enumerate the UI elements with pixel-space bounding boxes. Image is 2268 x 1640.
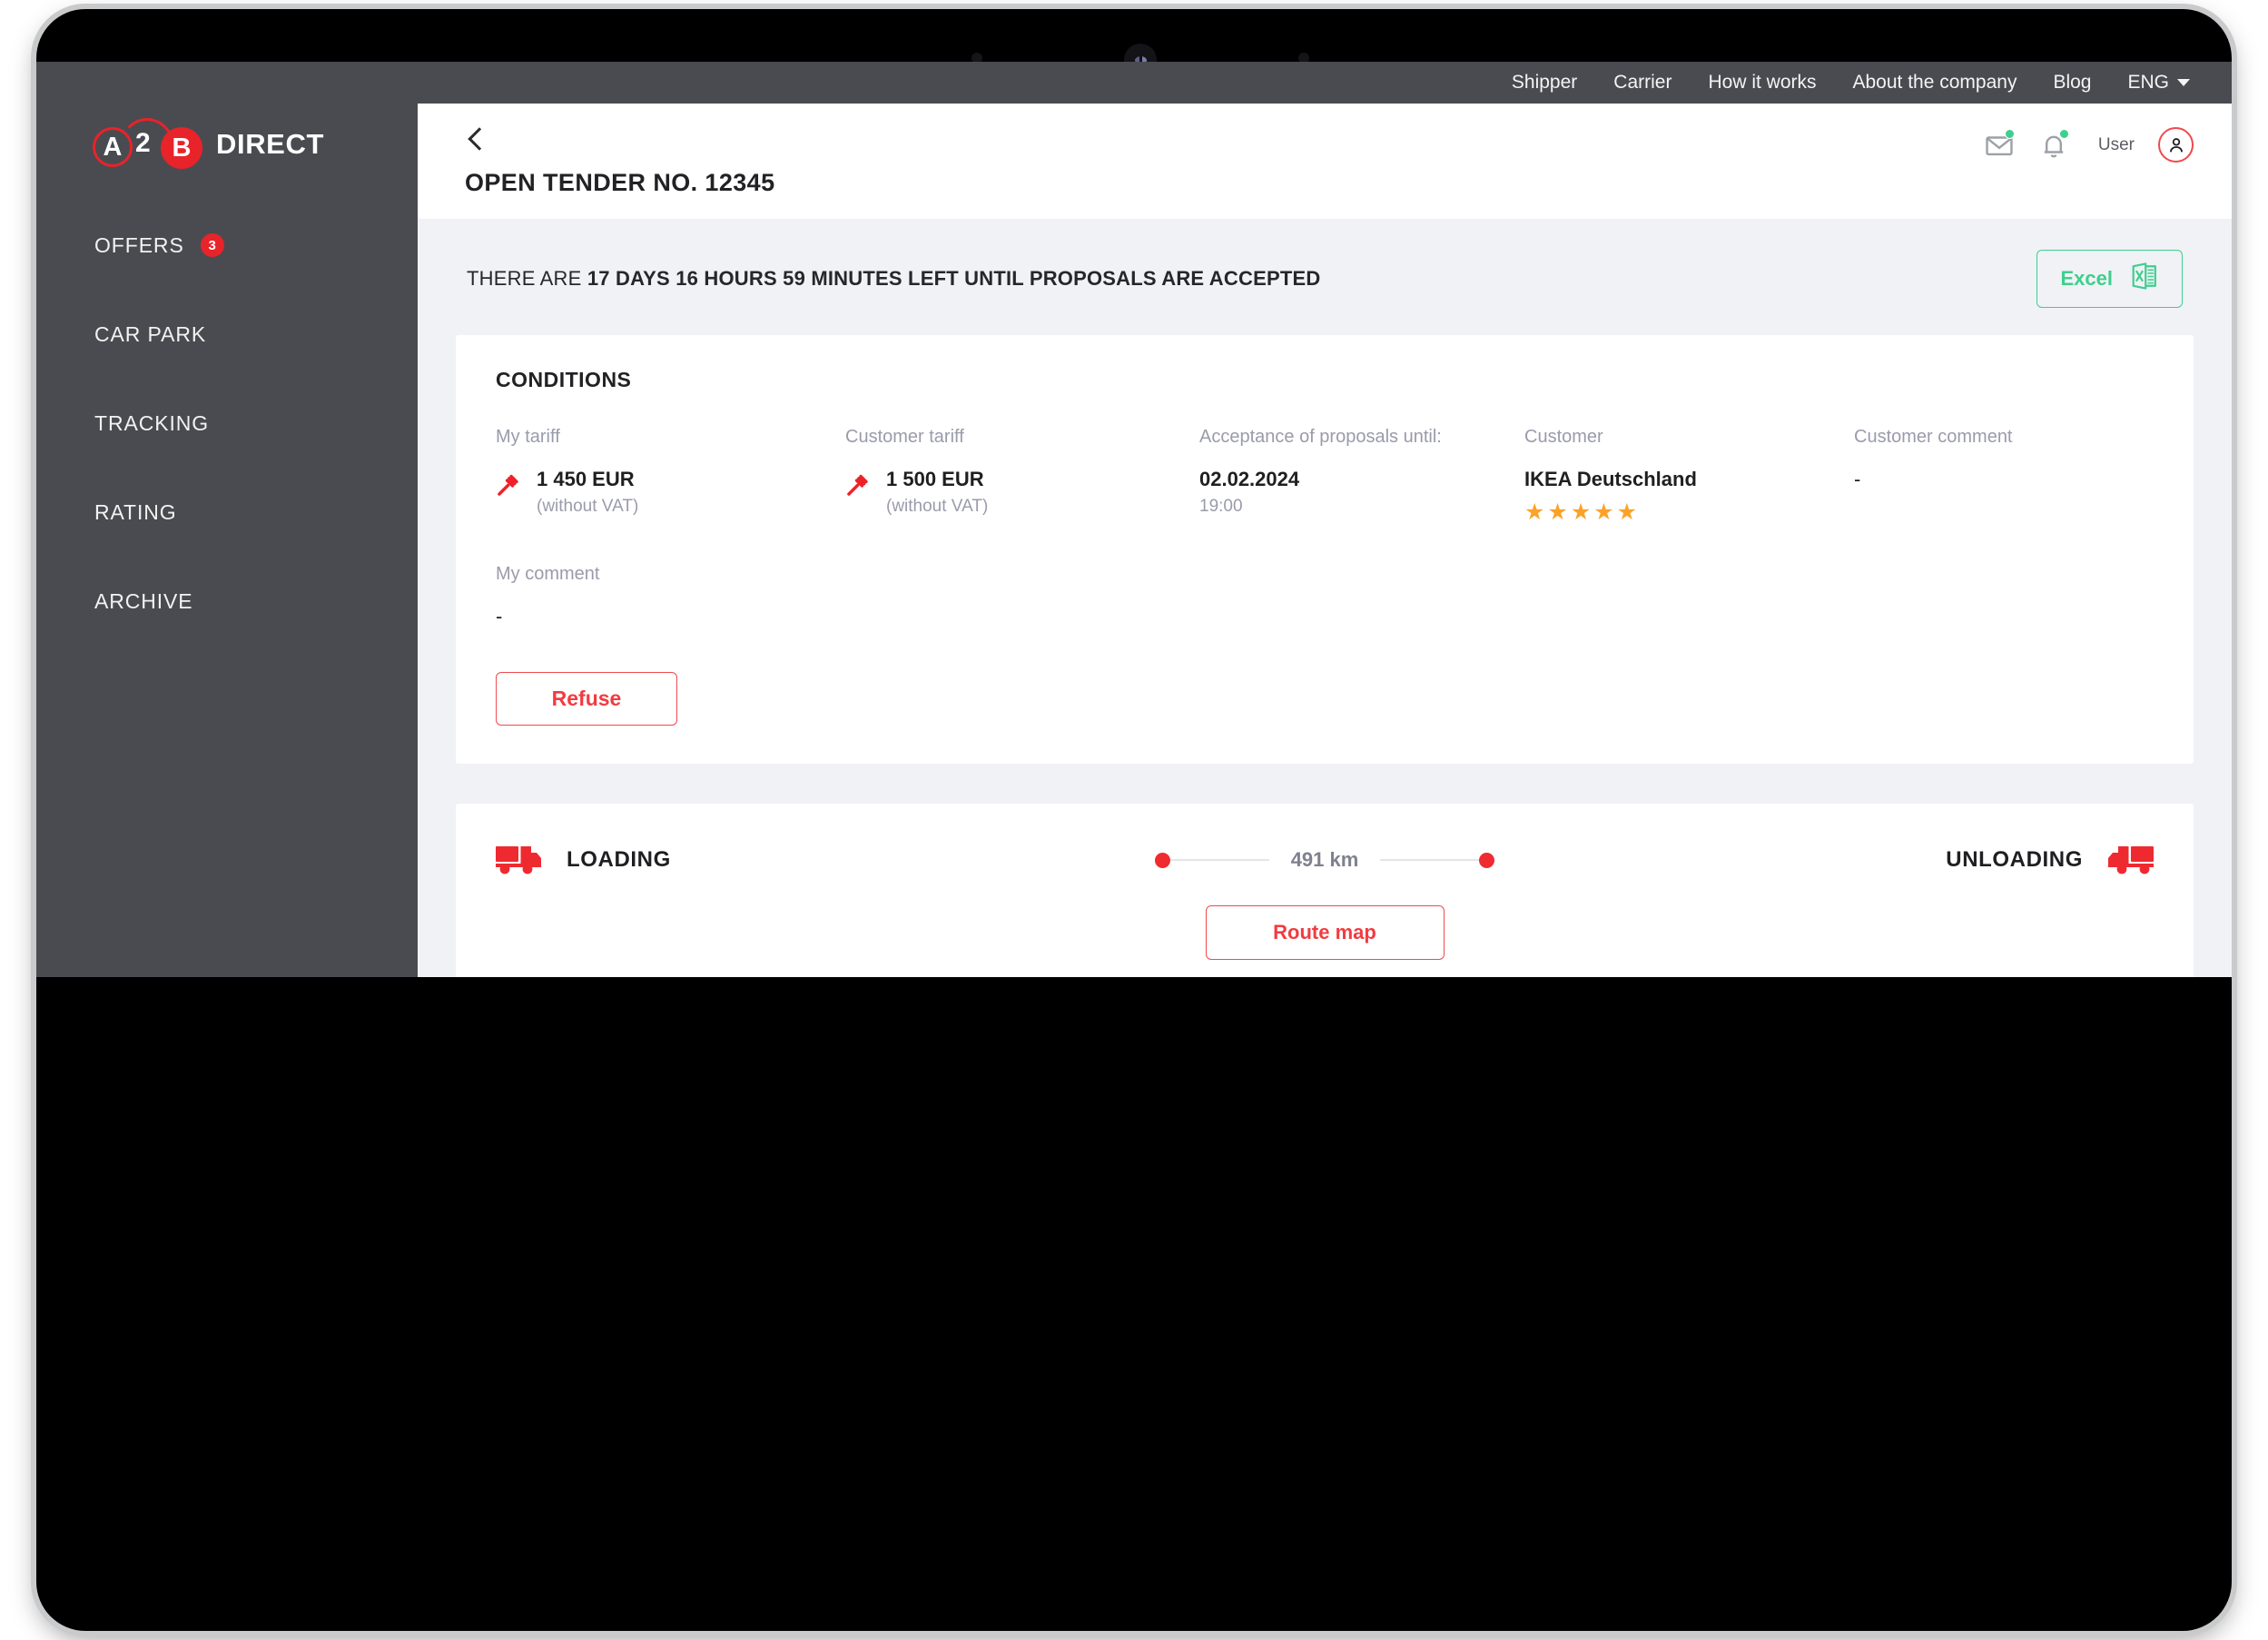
field-customer-comment: Customer comment - (1854, 427, 2154, 526)
topnav-link-blog[interactable]: Blog (2053, 72, 2091, 94)
field-value: IKEA Deutschland (1524, 468, 1697, 490)
route-line-left (1170, 859, 1269, 861)
field-label: Customer comment (1854, 427, 2013, 447)
sidebar-nav: OFFERS 3 CAR PARK TRACKING RATING ARCHIV… (36, 227, 418, 619)
topnav-link-carrier[interactable]: Carrier (1613, 72, 1671, 94)
logo-letter-a: A (93, 127, 133, 167)
language-selector[interactable]: ENG (2127, 72, 2190, 94)
page-content: THERE ARE 17 DAYS 16 HOURS 59 MINUTES LE… (418, 219, 2232, 977)
route-progress-line: 491 km (1155, 835, 1494, 885)
top-navigation: Shipper Carrier How it works About the c… (418, 62, 2232, 104)
back-button[interactable] (465, 127, 488, 151)
route-card: LOADING 491 km Route map UNLOADING (456, 804, 2194, 977)
logo-digit-2: 2 (135, 128, 151, 158)
loading-header: LOADING (496, 835, 1149, 885)
field-sub: (without VAT) (886, 497, 989, 516)
gavel-icon (496, 473, 520, 502)
field-my-tariff: My tariff 1 450 EUR (without VAT) (496, 427, 845, 526)
route-end-dot (1479, 852, 1494, 868)
refuse-button[interactable]: Refuse (496, 672, 677, 726)
field-sub: 19:00 (1199, 497, 1243, 516)
route-middle: 491 km Route map Show all route points (1149, 835, 1500, 977)
field-customer: Customer IKEA Deutschland ★★★★★ (1524, 427, 1854, 526)
truck-icon-mirrored (2106, 841, 2154, 880)
field-label: Customer tariff (845, 427, 964, 447)
gavel-icon (845, 473, 870, 502)
sidebar: A 2 B DIRECT OFFERS 3 CAR PARK TRACKING (36, 62, 418, 977)
logo-mark-icon: A 2 B (93, 118, 212, 171)
field-my-comment: My comment - (496, 564, 2154, 628)
field-value: 1 450 EUR (537, 468, 635, 490)
unloading-label: UNLOADING (1946, 847, 2083, 872)
sidebar-item-archive[interactable]: ARCHIVE (36, 583, 418, 619)
field-sub: (without VAT) (537, 497, 639, 516)
header-actions: User (1984, 127, 2194, 163)
sidebar-item-label: RATING (94, 499, 177, 524)
page-header: OPEN TENDER NO. 12345 User (418, 104, 2232, 219)
countdown-lead: THERE ARE (467, 267, 587, 290)
mail-unread-indicator (2004, 128, 2015, 139)
route-distance: 491 km (1290, 848, 1359, 871)
topnav-link-shipper[interactable]: Shipper (1512, 72, 1577, 94)
unloading-header: UNLOADING (1946, 835, 2154, 885)
countdown-row: THERE ARE 17 DAYS 16 HOURS 59 MINUTES LE… (456, 219, 2194, 335)
page-title: OPEN TENDER NO. 12345 (465, 169, 775, 196)
topnav-link-how-it-works[interactable]: How it works (1708, 72, 1816, 94)
offers-badge: 3 (200, 233, 224, 257)
logo-letter-b: B (161, 127, 202, 169)
conditions-grid: My tariff 1 450 EUR (without VAT) Custom… (496, 427, 2154, 526)
conditions-card: CONDITIONS My tariff 1 450 EUR (without … (456, 335, 2194, 764)
countdown-text: THERE ARE 17 DAYS 16 HOURS 59 MINUTES LE… (467, 267, 1320, 291)
route-start-dot (1155, 852, 1170, 868)
logo-wordmark: DIRECT (216, 128, 324, 160)
main-area: Shipper Carrier How it works About the c… (418, 62, 2232, 977)
conditions-title: CONDITIONS (496, 368, 632, 391)
field-label: Customer (1524, 427, 1603, 447)
excel-file-icon (2131, 262, 2158, 296)
loading-label: LOADING (567, 847, 671, 872)
route-header-row: LOADING 491 km Route map UNLOADING (456, 804, 2194, 977)
customer-rating-stars: ★★★★★ (1524, 499, 1641, 525)
field-value: 02.02.2024 (1199, 468, 1300, 490)
countdown-strong: 17 DAYS 16 HOURS 59 MINUTES LEFT UNTIL P… (587, 267, 1321, 290)
bell-unread-indicator (2058, 128, 2069, 139)
field-value: 1 500 EUR (886, 468, 984, 490)
excel-button-label: Excel (2060, 267, 2114, 290)
avatar[interactable] (2158, 127, 2194, 163)
field-label: My tariff (496, 427, 560, 447)
sidebar-item-offers[interactable]: OFFERS 3 (36, 227, 418, 263)
sidebar-item-car-park[interactable]: CAR PARK (36, 316, 418, 352)
sidebar-item-label: CAR PARK (94, 321, 207, 346)
sidebar-item-rating[interactable]: RATING (36, 494, 418, 530)
route-map-button[interactable]: Route map (1205, 905, 1445, 960)
bell-icon[interactable] (2038, 128, 2069, 161)
sidebar-item-label: TRACKING (94, 410, 210, 435)
mail-icon[interactable] (1984, 128, 2015, 161)
field-customer-tariff: Customer tariff 1 500 EUR (without VAT) (845, 427, 1199, 526)
user-label: User (2097, 134, 2135, 154)
chevron-down-icon (2177, 79, 2190, 86)
truck-icon (496, 841, 543, 880)
field-label: Acceptance of proposals until: (1199, 427, 1442, 447)
topnav-link-about-the-company[interactable]: About the company (1853, 72, 2017, 94)
route-line-right (1380, 859, 1479, 861)
field-acceptance-until: Acceptance of proposals until: 02.02.202… (1199, 427, 1524, 526)
sidebar-item-tracking[interactable]: TRACKING (36, 405, 418, 441)
field-label: My comment (496, 564, 600, 584)
screen: A 2 B DIRECT OFFERS 3 CAR PARK TRACKING (36, 62, 2232, 977)
app-logo[interactable]: A 2 B DIRECT (93, 118, 418, 171)
field-value: - (496, 605, 503, 627)
tablet-device-frame: A 2 B DIRECT OFFERS 3 CAR PARK TRACKING (36, 9, 2232, 1631)
sidebar-item-label: OFFERS (94, 232, 184, 257)
language-label: ENG (2127, 72, 2169, 93)
sidebar-item-label: ARCHIVE (94, 588, 193, 613)
excel-export-button[interactable]: Excel (2036, 250, 2183, 308)
unloading-side: UNLOADING (1500, 835, 2154, 885)
field-value: - (1854, 468, 1861, 490)
loading-side: LOADING (496, 835, 1149, 885)
